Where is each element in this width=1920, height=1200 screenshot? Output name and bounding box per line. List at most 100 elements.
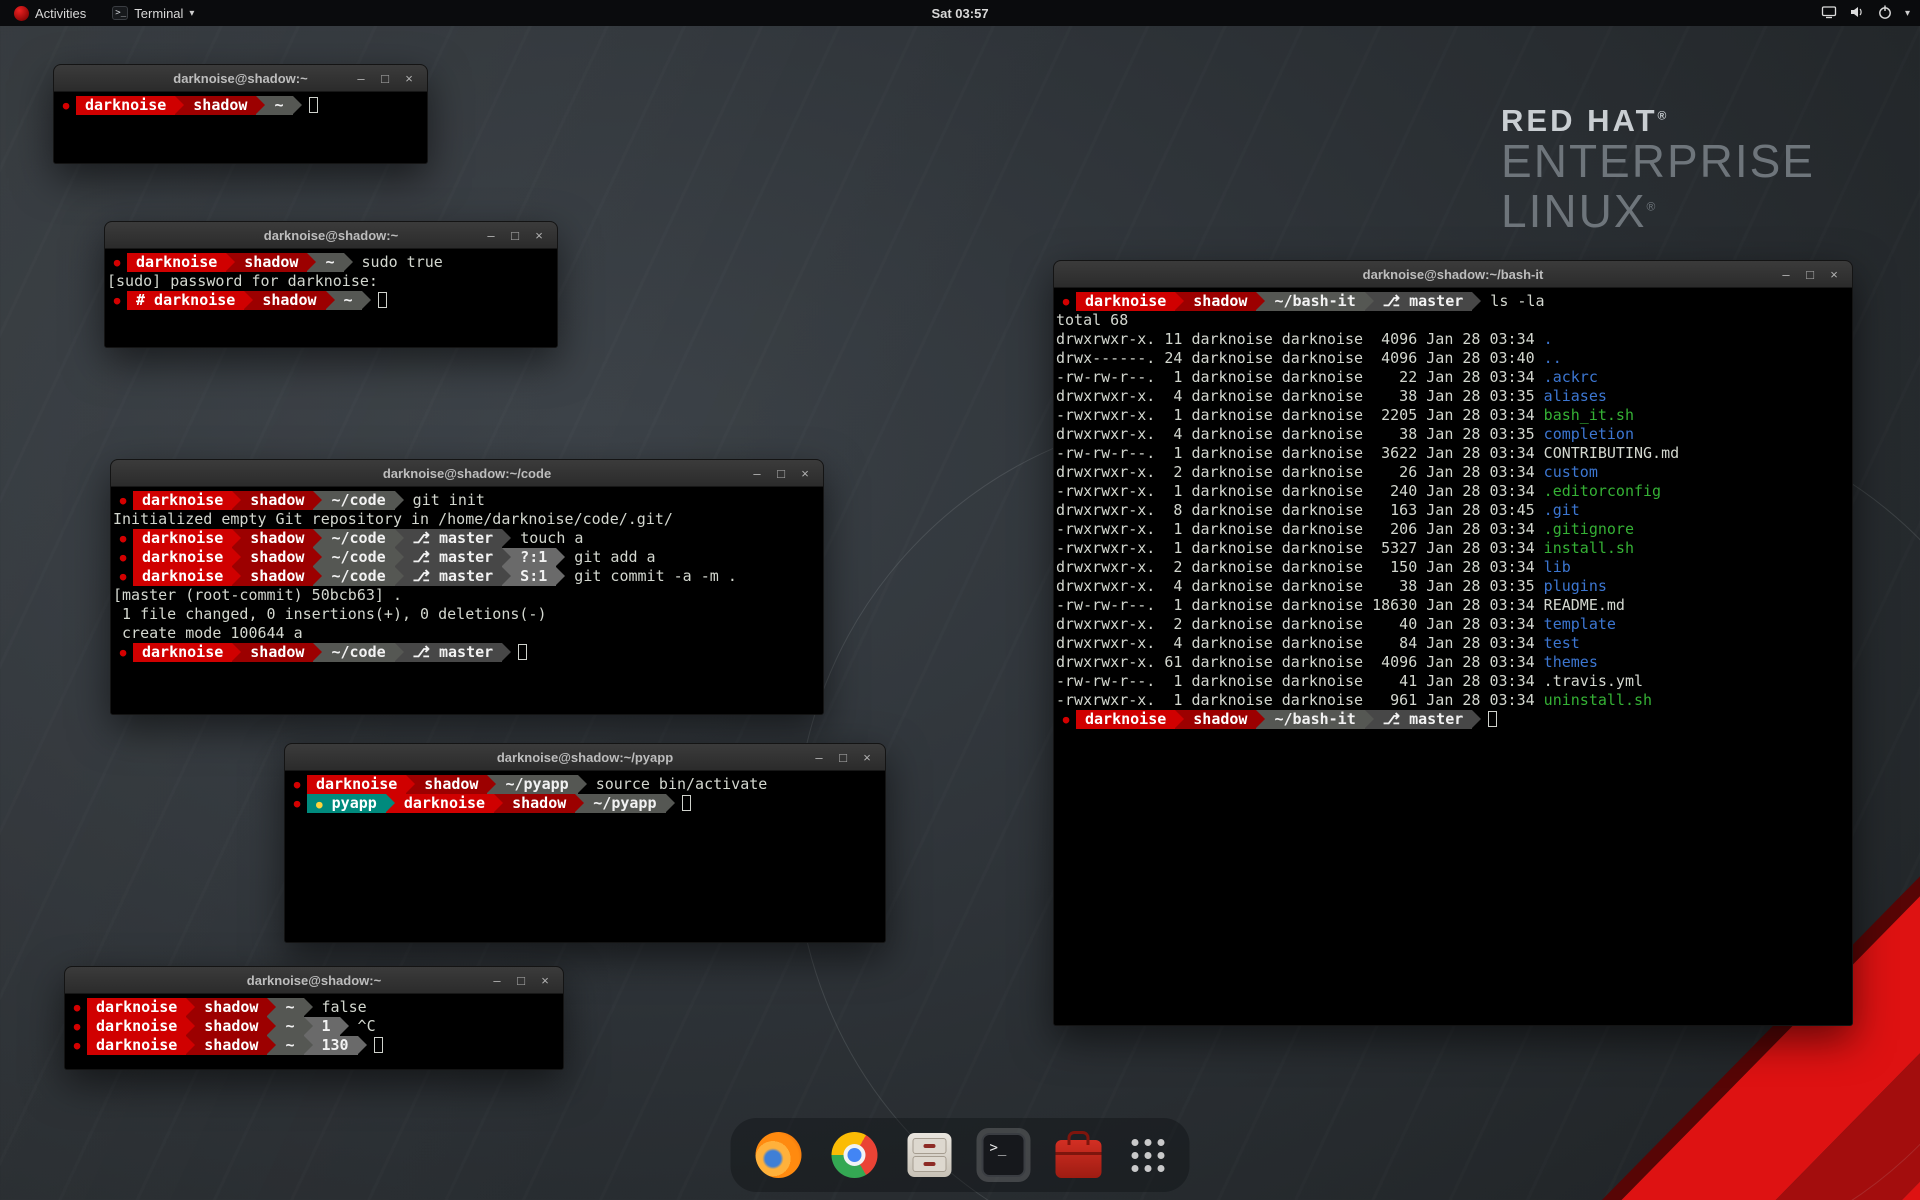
terminal-app-icon: >_ <box>112 6 128 20</box>
close-button[interactable]: × <box>535 973 555 988</box>
close-button[interactable]: × <box>857 750 877 765</box>
chrome-icon[interactable] <box>827 1127 883 1183</box>
terminal-line: -rwxrwxr-x. 1 darknoise darknoise 206 Ja… <box>1056 520 1850 539</box>
titlebar[interactable]: darknoise@shadow:~ – □ × <box>105 222 557 249</box>
powerline-arrow-icon <box>395 643 404 662</box>
terminal-line: [master (root-commit) 50bcb63] . <box>113 586 821 605</box>
show-applications-icon[interactable] <box>1127 1134 1170 1177</box>
file-name: custom <box>1544 463 1598 481</box>
prompt-segment-path: ~/bash-it <box>1265 710 1364 729</box>
output-text: [master (root-commit) 50bcb63] . <box>113 586 402 605</box>
powerline-arrow-icon <box>386 794 395 813</box>
close-button[interactable]: × <box>399 71 419 86</box>
ls-meta: drwxrwxr-x. 4 darknoise darknoise 38 Jan… <box>1056 577 1544 596</box>
display-icon[interactable] <box>1821 4 1837 23</box>
terminal-icon[interactable]: >_ <box>977 1128 1031 1182</box>
titlebar[interactable]: darknoise@shadow:~/bash-it – □ × <box>1054 261 1852 288</box>
maximize-button[interactable]: □ <box>771 466 791 481</box>
terminal-content[interactable]: ●darknoiseshadow~ sudo true[sudo] passwo… <box>105 250 557 347</box>
prompt-segment-git: ⎇ master <box>404 567 503 586</box>
terminal-content[interactable]: ●darknoiseshadow~ false●darknoiseshadow~… <box>65 995 563 1069</box>
close-button[interactable]: × <box>795 466 815 481</box>
clock[interactable]: Sat 03:57 <box>931 6 988 21</box>
prompt-segment-user: darknoise <box>307 775 406 794</box>
minimize-button[interactable]: – <box>747 466 767 481</box>
minimize-button[interactable]: – <box>351 71 371 86</box>
minimize-button[interactable]: – <box>809 750 829 765</box>
file-name: .travis.yml <box>1544 672 1643 690</box>
files-icon[interactable] <box>903 1128 957 1182</box>
powerline-arrow-icon <box>395 529 404 548</box>
app-menu[interactable]: >_ Terminal ▾ <box>106 0 200 26</box>
powerline-arrow-icon <box>1175 710 1184 729</box>
window-title: darknoise@shadow:~/pyapp <box>285 750 885 765</box>
branding-enterprise: ENTERPRISE <box>1501 137 1815 187</box>
powerline-arrow-icon <box>395 491 404 510</box>
maximize-button[interactable]: □ <box>511 973 531 988</box>
titlebar[interactable]: darknoise@shadow:~/code – □ × <box>111 460 823 487</box>
distro-prompt-icon: ● <box>67 1036 87 1055</box>
close-button[interactable]: × <box>529 228 549 243</box>
powerline-arrow-icon <box>502 529 511 548</box>
terminal-content[interactable]: ●darknoiseshadow~/pyapp source bin/activ… <box>285 772 885 942</box>
terminal-window[interactable]: darknoise@shadow:~ – □ × ●darknoiseshado… <box>53 64 428 164</box>
titlebar[interactable]: darknoise@shadow:~ – □ × <box>54 65 427 92</box>
powerline-arrow-icon <box>232 529 241 548</box>
terminal-window[interactable]: darknoise@shadow:~ – □ × ●darknoiseshado… <box>104 221 558 348</box>
terminal-line: -rw-rw-r--. 1 darknoise darknoise 22 Jan… <box>1056 368 1850 387</box>
terminal-line: drwxrwxr-x. 61 darknoise darknoise 4096 … <box>1056 653 1850 672</box>
minimize-button[interactable]: – <box>487 973 507 988</box>
maximize-button[interactable]: □ <box>375 71 395 86</box>
distro-prompt-icon: ● <box>113 529 133 548</box>
system-menu-caret-icon[interactable]: ▾ <box>1905 8 1910 19</box>
distro-prompt-icon: ● <box>67 1017 87 1036</box>
command-text: false <box>313 998 367 1017</box>
minimize-button[interactable]: – <box>1776 267 1796 282</box>
ls-meta: drwxrwxr-x. 11 darknoise darknoise 4096 … <box>1056 330 1544 349</box>
ls-meta: drwxrwxr-x. 4 darknoise darknoise 38 Jan… <box>1056 387 1544 406</box>
ls-meta: drwxrwxr-x. 8 darknoise darknoise 163 Ja… <box>1056 501 1544 520</box>
terminal-line: -rw-rw-r--. 1 darknoise darknoise 3622 J… <box>1056 444 1850 463</box>
terminal-content[interactable]: ●darknoiseshadow~/code git initInitializ… <box>111 488 823 714</box>
terminal-window[interactable]: darknoise@shadow:~ – □ × ●darknoiseshado… <box>64 966 564 1070</box>
powerline-arrow-icon <box>1472 292 1481 311</box>
titlebar[interactable]: darknoise@shadow:~/pyapp – □ × <box>285 744 885 771</box>
powerline-arrow-icon <box>395 548 404 567</box>
close-button[interactable]: × <box>1824 267 1844 282</box>
terminal-window[interactable]: darknoise@shadow:~/pyapp – □ × ●darknois… <box>284 743 886 943</box>
prompt-segment-path: ~ <box>316 253 343 272</box>
terminal-content[interactable]: ●darknoiseshadow~/bash-it⎇ master ls -la… <box>1054 289 1852 1025</box>
command-text: ls -la <box>1481 292 1544 311</box>
powerline-arrow-icon <box>340 1017 349 1036</box>
maximize-button[interactable]: □ <box>833 750 853 765</box>
app-menu-label: Terminal <box>134 6 183 21</box>
prompt-segment-user: darknoise <box>133 567 232 586</box>
terminal-content[interactable]: ●darknoiseshadow~ <box>54 93 427 163</box>
chevron-down-icon: ▾ <box>189 8 194 19</box>
volume-icon[interactable] <box>1849 4 1865 23</box>
powerline-arrow-icon <box>487 775 496 794</box>
file-name: .. <box>1544 349 1562 367</box>
prompt-segment-path: ~/code <box>322 643 394 662</box>
titlebar[interactable]: darknoise@shadow:~ – □ × <box>65 967 563 994</box>
prompt-segment-path: ~ <box>335 291 362 310</box>
terminal-line: drwxrwxr-x. 2 darknoise darknoise 26 Jan… <box>1056 463 1850 482</box>
prompt-segment-path: ~/pyapp <box>584 794 665 813</box>
ls-meta: -rw-rw-r--. 1 darknoise darknoise 22 Jan… <box>1056 368 1544 387</box>
firefox-icon[interactable] <box>751 1127 807 1183</box>
rhel-branding: RED HAT® ENTERPRISE LINUX® <box>1501 104 1815 237</box>
terminal-window[interactable]: darknoise@shadow:~/code – □ × ●darknoise… <box>110 459 824 715</box>
terminal-line: drwxrwxr-x. 4 darknoise darknoise 38 Jan… <box>1056 387 1850 406</box>
minimize-button[interactable]: – <box>481 228 501 243</box>
power-icon[interactable] <box>1877 4 1893 23</box>
terminal-window[interactable]: darknoise@shadow:~/bash-it – □ × ●darkno… <box>1053 260 1853 1026</box>
prompt-segment-host: shadow <box>241 491 313 510</box>
maximize-button[interactable]: □ <box>505 228 525 243</box>
prompt-segment-user: # darknoise <box>127 291 244 310</box>
toolbox-icon[interactable] <box>1051 1127 1107 1183</box>
activities-button[interactable]: Activities <box>8 0 92 26</box>
powerline-arrow-icon <box>313 548 322 567</box>
powerline-arrow-icon <box>1256 710 1265 729</box>
maximize-button[interactable]: □ <box>1800 267 1820 282</box>
dock: >_ <box>731 1118 1190 1192</box>
